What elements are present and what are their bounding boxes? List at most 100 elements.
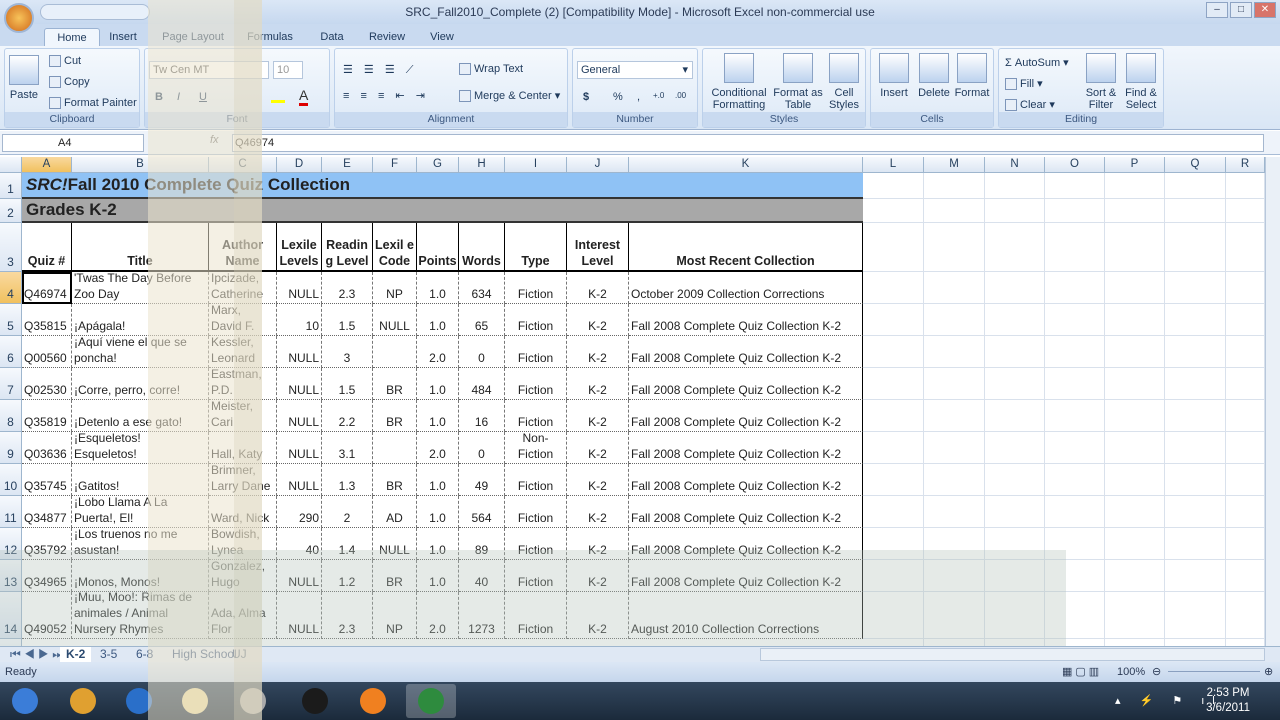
merge-center-button[interactable]: Merge & Center ▾ [459, 89, 560, 103]
cell[interactable] [1105, 496, 1165, 528]
cell[interactable]: NULL [373, 528, 417, 560]
cell[interactable]: Fall 2008 Complete Quiz Collection K-2 [629, 560, 863, 592]
horizontal-align-buttons[interactable]: ≡ ≡ ≡ ⇤ ⇥ [343, 89, 429, 102]
column-header-F[interactable]: F [373, 157, 417, 173]
cell[interactable]: 3.1 [322, 432, 373, 464]
cell[interactable] [924, 223, 985, 272]
cell[interactable]: BR [373, 560, 417, 592]
cell[interactable]: Gonzalez, Hugo [209, 560, 277, 592]
cell[interactable] [1045, 199, 1105, 223]
copy-button[interactable]: Copy [49, 76, 90, 89]
cell[interactable]: Fiction [505, 592, 567, 639]
cell[interactable]: NULL [277, 368, 322, 400]
cell[interactable] [924, 400, 985, 432]
cell[interactable]: ¡Monos, Monos! [72, 560, 209, 592]
excel-taskbar-button[interactable] [406, 684, 456, 718]
cell[interactable]: K-2 [567, 464, 629, 496]
row-header[interactable]: 3 [0, 223, 22, 272]
office-button[interactable] [4, 3, 34, 33]
cell[interactable] [1165, 272, 1226, 304]
cell[interactable] [1045, 400, 1105, 432]
tab-page-layout[interactable]: Page Layout [152, 28, 234, 46]
minimize-button[interactable]: – [1206, 2, 1228, 18]
italic-button[interactable]: I [177, 91, 180, 103]
column-header-R[interactable]: R [1226, 157, 1265, 173]
cell[interactable]: ¡Detenlo a ese gato! [72, 400, 209, 432]
cell[interactable] [863, 592, 924, 639]
font-size-select[interactable]: 10 [273, 61, 303, 79]
cell[interactable] [1105, 173, 1165, 199]
paste-button[interactable]: Paste [9, 55, 39, 101]
cell[interactable] [1165, 560, 1226, 592]
tab-review[interactable]: Review [360, 28, 414, 46]
cell[interactable]: Q35792 [22, 528, 72, 560]
cell[interactable] [985, 368, 1045, 400]
cell[interactable]: Q00560 [22, 336, 72, 368]
cell[interactable]: 564 [459, 496, 505, 528]
view-buttons[interactable]: ▦▢▥ [1062, 662, 1102, 682]
cut-button[interactable]: Cut [49, 55, 81, 68]
bold-button[interactable]: B [155, 91, 163, 103]
cell[interactable]: ¡Corre, perro, corre! [72, 368, 209, 400]
cell[interactable]: 65 [459, 304, 505, 336]
cell[interactable]: Fiction [505, 560, 567, 592]
row-header[interactable]: 6 [0, 336, 22, 368]
cell[interactable] [985, 336, 1045, 368]
cell[interactable]: 3 [322, 336, 373, 368]
cell[interactable] [1105, 368, 1165, 400]
cell[interactable] [1105, 464, 1165, 496]
cell[interactable] [985, 223, 1045, 272]
cell[interactable]: 1.5 [322, 304, 373, 336]
cell[interactable] [1105, 432, 1165, 464]
select-all-corner[interactable] [0, 157, 22, 173]
column-header-D[interactable]: D [277, 157, 322, 173]
cell[interactable]: Ipcizade, Catherine [209, 272, 277, 304]
cell[interactable] [1226, 223, 1265, 272]
tab-home[interactable]: Home [44, 28, 100, 46]
cell[interactable]: 10 [277, 304, 322, 336]
cell[interactable]: 1.0 [417, 368, 459, 400]
row-header[interactable]: 11 [0, 496, 22, 528]
cell[interactable]: Q34877 [22, 496, 72, 528]
cell[interactable]: Fall 2008 Complete Quiz Collection K-2 [629, 464, 863, 496]
cell[interactable] [1226, 304, 1265, 336]
row-header[interactable]: 14 [0, 592, 22, 639]
cell[interactable] [1165, 528, 1226, 560]
cell[interactable]: 634 [459, 272, 505, 304]
wrap-text-button[interactable]: Wrap Text [459, 63, 523, 76]
column-header-G[interactable]: G [417, 157, 459, 173]
cell[interactable]: 2.0 [417, 432, 459, 464]
cell[interactable]: Fall 2008 Complete Quiz Collection K-2 [629, 304, 863, 336]
cell[interactable]: 2 [322, 496, 373, 528]
format-painter-button[interactable]: Format Painter [49, 97, 137, 110]
cell[interactable]: 1.0 [417, 464, 459, 496]
cell[interactable]: Fall 2008 Complete Quiz Collection K-2 [629, 496, 863, 528]
cell[interactable]: Fall 2008 Complete Quiz Collection K-2 [629, 400, 863, 432]
cell[interactable]: Fiction [505, 304, 567, 336]
cell[interactable]: Hall, Katy [209, 432, 277, 464]
underline-button[interactable]: U [199, 91, 207, 103]
cell[interactable]: 16 [459, 400, 505, 432]
cell[interactable]: Q46974 [22, 272, 72, 304]
cell[interactable] [1165, 464, 1226, 496]
cell[interactable] [985, 496, 1045, 528]
cell[interactable] [863, 223, 924, 272]
sheet-tab-k-2[interactable]: K-2 [60, 647, 92, 662]
sheet-tab-3-5[interactable]: 3-5 [94, 647, 123, 662]
column-header-Q[interactable]: Q [1165, 157, 1226, 173]
column-header-K[interactable]: K [629, 157, 863, 173]
cell[interactable] [1226, 560, 1265, 592]
column-header-E[interactable]: E [322, 157, 373, 173]
cell[interactable] [1165, 173, 1226, 199]
currency-button[interactable]: $ [583, 91, 589, 103]
cell[interactable]: ¡Apágala! [72, 304, 209, 336]
cell[interactable]: Q35745 [22, 464, 72, 496]
row-header[interactable]: 9 [0, 432, 22, 464]
tab-data[interactable]: Data [310, 28, 354, 46]
cell[interactable] [863, 304, 924, 336]
cell[interactable] [1105, 272, 1165, 304]
column-header-L[interactable]: L [863, 157, 924, 173]
cell[interactable] [924, 639, 985, 646]
cell[interactable] [863, 173, 924, 199]
cell[interactable] [1165, 496, 1226, 528]
